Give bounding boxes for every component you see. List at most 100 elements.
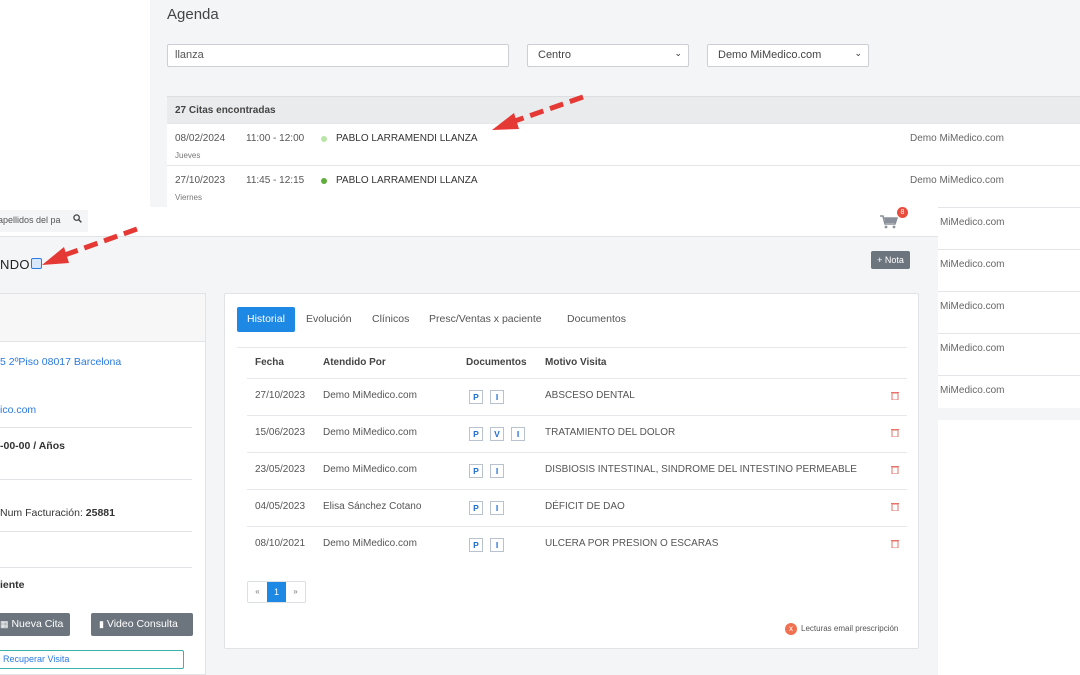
appointment-day: Jueves xyxy=(175,151,201,160)
trash-icon[interactable] xyxy=(891,465,899,474)
visit-reason: ULCERA POR PRESION O ESCARAS xyxy=(545,538,719,549)
new-appointment-button[interactable]: ▦ Nueva Cita xyxy=(0,613,70,636)
visit-doctor: Demo MiMedico.com xyxy=(323,390,417,401)
trash-icon[interactable] xyxy=(891,502,899,511)
video-camera-icon: ▮ xyxy=(99,619,104,629)
trash-icon[interactable] xyxy=(891,391,899,400)
doc-badge-p[interactable]: P xyxy=(469,538,483,552)
col-motivo-visita: Motivo Visita xyxy=(545,357,607,368)
pager-next[interactable]: » xyxy=(286,582,305,602)
search-icon[interactable] xyxy=(73,214,82,223)
visit-date: 27/10/2023 xyxy=(255,390,306,401)
tab-presc-ventas[interactable]: Presc/Ventas x paciente xyxy=(429,307,542,332)
visit-reason: DISBIOSIS INTESTINAL, SINDROME DEL INTES… xyxy=(545,464,857,475)
doc-badge-i[interactable]: I xyxy=(490,464,504,478)
patient-name: NDO xyxy=(0,257,30,272)
tab-historial[interactable]: Historial xyxy=(237,307,295,332)
visit-doctor: Demo MiMedico.com xyxy=(323,427,417,438)
cart-icon[interactable] xyxy=(880,215,898,229)
appointment-center: MiMedico.com xyxy=(940,259,1005,270)
pagination: « 1 » xyxy=(247,581,306,603)
tabs-divider xyxy=(237,347,907,348)
tab-clinicos[interactable]: Clínicos xyxy=(372,307,409,332)
divider xyxy=(0,427,192,428)
appointment-date: 08/02/2024 xyxy=(175,133,226,144)
centro-select[interactable]: Centro ⌄ xyxy=(527,44,689,67)
appointment-patient[interactable]: PABLO LARRAMENDI LLANZA xyxy=(336,175,478,186)
doc-badge-p[interactable]: P xyxy=(469,464,483,478)
visit-date: 15/06/2023 xyxy=(255,427,306,438)
appointment-center: MiMedico.com xyxy=(940,217,1005,228)
appointment-time: 11:45 - 12:15 xyxy=(246,175,305,186)
agenda-title: Agenda xyxy=(167,6,219,23)
col-documentos: Documentos xyxy=(466,357,527,368)
doc-badge-i[interactable]: I xyxy=(490,501,504,515)
clinic-select-value: Demo MiMedico.com xyxy=(718,49,822,61)
col-fecha: Fecha xyxy=(255,357,284,368)
divider xyxy=(0,531,192,532)
billing-number: 25881 xyxy=(85,507,115,519)
clinic-select[interactable]: Demo MiMedico.com ⌄ xyxy=(707,44,869,67)
appointment-day: Viernes xyxy=(175,193,202,202)
visit-doctor: Demo MiMedico.com xyxy=(323,538,417,549)
patient-window: apellidos del pa 8 NDO + Nota 5 2ºPiso 0… xyxy=(0,207,938,675)
status-dot xyxy=(321,178,327,184)
visit-date: 08/10/2021 xyxy=(255,538,306,549)
table-row[interactable]: 23/05/2023 Demo MiMedico.com P I DISBIOS… xyxy=(247,452,907,489)
appointment-center: MiMedico.com xyxy=(940,301,1005,312)
agenda-search-input[interactable]: llanza xyxy=(167,44,509,67)
video-consult-label: Video Consulta xyxy=(106,618,178,630)
annotation-arrow xyxy=(42,226,138,265)
doc-badge-p[interactable]: P xyxy=(469,501,483,515)
history-card: Historial Evolución Clínicos Presc/Venta… xyxy=(224,293,919,649)
appointment-center: MiMedico.com xyxy=(940,385,1005,396)
pager-page-1[interactable]: 1 xyxy=(267,582,286,602)
doc-badge-p[interactable]: P xyxy=(469,390,483,404)
patient-search-placeholder: apellidos del pa xyxy=(0,215,61,225)
appointment-center: Demo MiMedico.com xyxy=(910,175,1004,186)
email-readings-link[interactable]: x Lecturas email prescripción xyxy=(785,623,898,635)
patient-email[interactable]: ico.com xyxy=(0,404,36,416)
cart-count-badge: 8 xyxy=(897,207,908,218)
visit-doctor: Elisa Sánchez Cotano xyxy=(323,501,422,512)
trash-icon[interactable] xyxy=(891,428,899,437)
doc-badge-v[interactable]: V xyxy=(490,427,504,441)
billing-label-text: Num Facturación: xyxy=(0,507,86,519)
centro-select-value: Centro xyxy=(538,49,572,61)
appointment-row[interactable]: 27/10/2023 Viernes 11:45 - 12:15 PABLO L… xyxy=(167,165,1080,207)
doc-badge-i[interactable]: I xyxy=(511,427,525,441)
appointment-patient[interactable]: PABLO LARRAMENDI LLANZA xyxy=(336,133,478,144)
visit-date: 23/05/2023 xyxy=(255,464,306,475)
add-note-button[interactable]: + Nota xyxy=(871,251,910,269)
pager-prev[interactable]: « xyxy=(248,582,267,602)
calendar-icon: ▦ xyxy=(0,619,9,629)
doc-badge-i[interactable]: I xyxy=(490,538,504,552)
patient-age: -00-00 / Años xyxy=(0,440,65,452)
recover-visit-button[interactable]: Recuperar Visita xyxy=(0,650,184,669)
appointment-time: 11:00 - 12:00 xyxy=(246,133,305,144)
new-appointment-label: Nueva Cita xyxy=(11,618,64,630)
table-row[interactable]: 15/06/2023 Demo MiMedico.com P V I TRATA… xyxy=(247,415,907,452)
tab-evolucion[interactable]: Evolución xyxy=(306,307,352,332)
video-consult-button[interactable]: ▮ Video Consulta xyxy=(91,613,193,636)
appointment-row[interactable]: 08/02/2024 Jueves 11:00 - 12:00 PABLO LA… xyxy=(167,123,1080,165)
appointment-date: 27/10/2023 xyxy=(175,175,226,186)
visit-reason: ABSCESO DENTAL xyxy=(545,390,635,401)
table-row[interactable]: 08/10/2021 Demo MiMedico.com P I ULCERA … xyxy=(247,526,907,563)
table-row[interactable]: 27/10/2023 Demo MiMedico.com P I ABSCESO… xyxy=(247,378,907,415)
doc-badge-p[interactable]: P xyxy=(469,427,483,441)
visit-reason: TRATAMIENTO DEL DOLOR xyxy=(545,427,676,438)
patient-address[interactable]: 5 2ºPiso 08017 Barcelona xyxy=(0,356,121,368)
results-count: 27 Citas encontradas xyxy=(167,96,1080,123)
col-atendido-por: Atendido Por xyxy=(323,357,386,368)
visit-date: 04/05/2023 xyxy=(255,501,306,512)
table-row[interactable]: 04/05/2023 Elisa Sánchez Cotano P I DÉFI… xyxy=(247,489,907,526)
tab-documentos[interactable]: Documentos xyxy=(567,307,626,332)
billing-label: Num Facturación: 25881 xyxy=(0,507,115,519)
doc-badge-i[interactable]: I xyxy=(490,390,504,404)
divider xyxy=(0,479,192,480)
divider xyxy=(0,567,192,568)
trash-icon[interactable] xyxy=(891,539,899,548)
annotation-arrow xyxy=(492,94,584,130)
chevron-down-icon: ⌄ xyxy=(674,48,682,58)
